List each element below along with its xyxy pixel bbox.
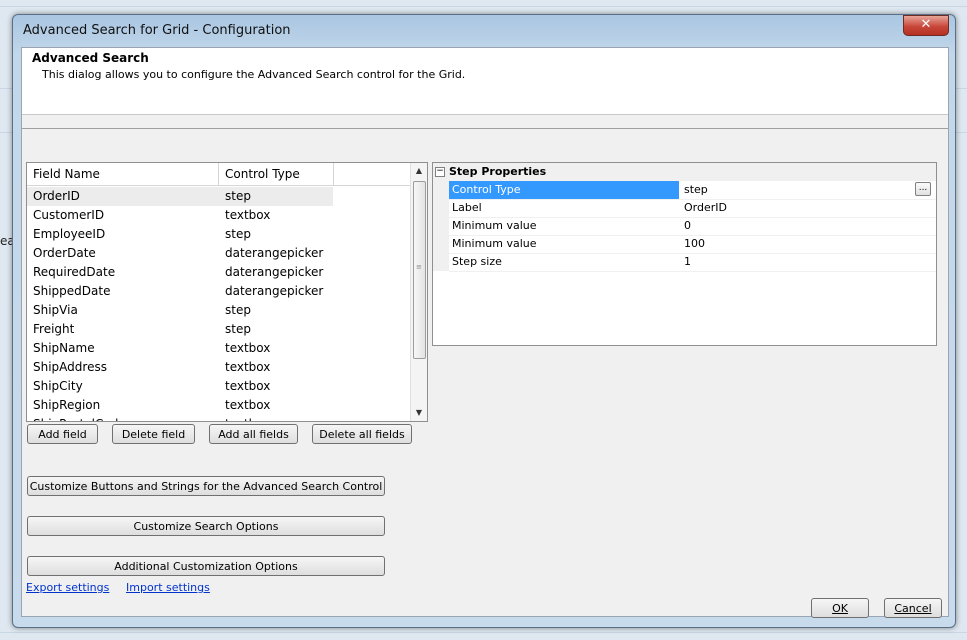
field-name-cell: OrderDate <box>33 246 96 260</box>
field-name-cell: ShipVia <box>33 303 78 317</box>
table-row[interactable]: ShipRegion textbox <box>27 396 411 415</box>
property-key: Minimum value <box>452 219 537 232</box>
property-grid[interactable]: − Step Properties Control Type step Label O… <box>432 162 937 346</box>
table-row[interactable]: ShipAddress textbox <box>27 358 411 377</box>
control-type-cell: step <box>225 189 251 203</box>
add-all-fields-button[interactable]: Add all fields <box>209 424 298 444</box>
window-title: Advanced Search for Grid - Configuration <box>23 23 291 38</box>
column-header-control-type[interactable]: Control Type <box>225 167 300 181</box>
property-value[interactable]: 0 <box>684 217 691 235</box>
table-row[interactable]: ShipPostalCode textbox <box>27 415 411 421</box>
scroll-down-arrow-icon[interactable]: ▼ <box>411 405 427 421</box>
grid-header: Field Name Control Type <box>27 163 411 186</box>
property-value[interactable]: 100 <box>684 235 705 253</box>
delete-field-button[interactable]: Delete field <box>112 424 195 444</box>
table-row[interactable]: ShipVia step <box>27 301 411 320</box>
control-type-cell: textbox <box>225 398 271 412</box>
additional-customization-button[interactable]: Additional Customization Options <box>27 556 385 576</box>
scroll-up-arrow-icon[interactable]: ▲ <box>411 163 427 179</box>
field-name-cell: ShipRegion <box>33 398 101 412</box>
field-name-cell: EmployeeID <box>33 227 106 241</box>
table-row[interactable]: Freight step <box>27 320 411 339</box>
field-name-cell: ShipName <box>33 341 95 355</box>
scroll-thumb[interactable]: ≡ <box>413 181 426 359</box>
grid-vertical-scrollbar[interactable]: ▲ ≡ ▼ <box>410 163 427 421</box>
property-row[interactable]: Label OrderID <box>449 199 936 218</box>
header-title: Advanced Search <box>32 51 149 65</box>
delete-all-fields-button[interactable]: Delete all fields <box>312 424 412 444</box>
close-button[interactable]: ✕ <box>903 15 949 36</box>
control-type-cell: daterangepicker <box>225 246 324 260</box>
add-field-button[interactable]: Add field <box>27 424 98 444</box>
control-type-cell: step <box>225 303 251 317</box>
header-description: This dialog allows you to configure the … <box>42 68 466 81</box>
control-type-cell: step <box>225 322 251 336</box>
property-row[interactable]: Control Type step <box>449 181 936 200</box>
table-row[interactable]: CustomerID textbox <box>27 206 411 225</box>
property-row[interactable]: Minimum value 100 <box>449 235 936 254</box>
table-row[interactable]: ShipCity textbox <box>27 377 411 396</box>
property-value[interactable]: 1 <box>684 253 691 271</box>
control-type-cell: textbox <box>225 360 271 374</box>
property-key: Control Type <box>449 181 679 199</box>
dialog-client-area: Advanced Search This dialog allows you t… <box>21 47 949 618</box>
table-row[interactable]: RequiredDate daterangepicker <box>27 263 411 282</box>
control-type-cell: daterangepicker <box>225 284 324 298</box>
table-row[interactable]: OrderDate daterangepicker <box>27 244 411 263</box>
field-name-cell: Freight <box>33 322 75 336</box>
dialog-window: Advanced Search for Grid - Configuration… <box>12 14 956 628</box>
table-row[interactable]: ShippedDate daterangepicker <box>27 282 411 301</box>
property-key: Step size <box>452 255 502 268</box>
ellipsis-button[interactable]: ... <box>915 182 931 196</box>
field-name-cell: ShipPostalCode <box>33 417 126 421</box>
property-value[interactable]: OrderID <box>684 199 727 217</box>
field-name-cell: CustomerID <box>33 208 105 222</box>
property-value[interactable]: step <box>684 181 708 199</box>
control-type-cell: textbox <box>225 417 270 421</box>
column-header-field-name[interactable]: Field Name <box>33 167 100 181</box>
table-row[interactable]: EmployeeID step <box>27 225 411 244</box>
control-type-cell: textbox <box>225 379 271 393</box>
export-settings-link[interactable]: Export settings <box>26 581 109 594</box>
table-row[interactable]: OrderID step <box>27 187 411 206</box>
field-name-cell: ShipAddress <box>33 360 107 374</box>
import-settings-link[interactable]: Import settings <box>126 581 210 594</box>
field-name-cell: OrderID <box>33 189 80 203</box>
collapse-icon[interactable]: − <box>435 167 445 177</box>
field-name-cell: ShippedDate <box>33 284 111 298</box>
control-type-cell: textbox <box>225 341 271 355</box>
property-key: Label <box>452 201 482 214</box>
control-type-cell: textbox <box>225 208 271 222</box>
field-name-cell: ShipCity <box>33 379 83 393</box>
fields-grid[interactable]: Field Name Control Type OrderID step Custo… <box>26 162 428 422</box>
field-name-cell: RequiredDate <box>33 265 116 279</box>
customize-buttons-strings-button[interactable]: Customize Buttons and Strings for the Ad… <box>27 476 385 496</box>
property-row[interactable]: Step size 1 <box>449 253 936 272</box>
control-type-cell: step <box>225 227 251 241</box>
property-category-label: Step Properties <box>449 165 547 178</box>
control-type-cell: daterangepicker <box>225 265 324 279</box>
table-row[interactable]: ShipName textbox <box>27 339 411 358</box>
property-category: − Step Properties <box>433 163 936 181</box>
cancel-button[interactable]: Cancel <box>884 598 942 618</box>
customize-search-options-button[interactable]: Customize Search Options <box>27 516 385 536</box>
property-row[interactable]: Minimum value 0 <box>449 217 936 236</box>
property-key: Minimum value <box>452 237 537 250</box>
header-panel: Advanced Search This dialog allows you t… <box>22 48 948 115</box>
ok-button[interactable]: OK <box>811 598 869 618</box>
header-separator <box>22 128 948 129</box>
